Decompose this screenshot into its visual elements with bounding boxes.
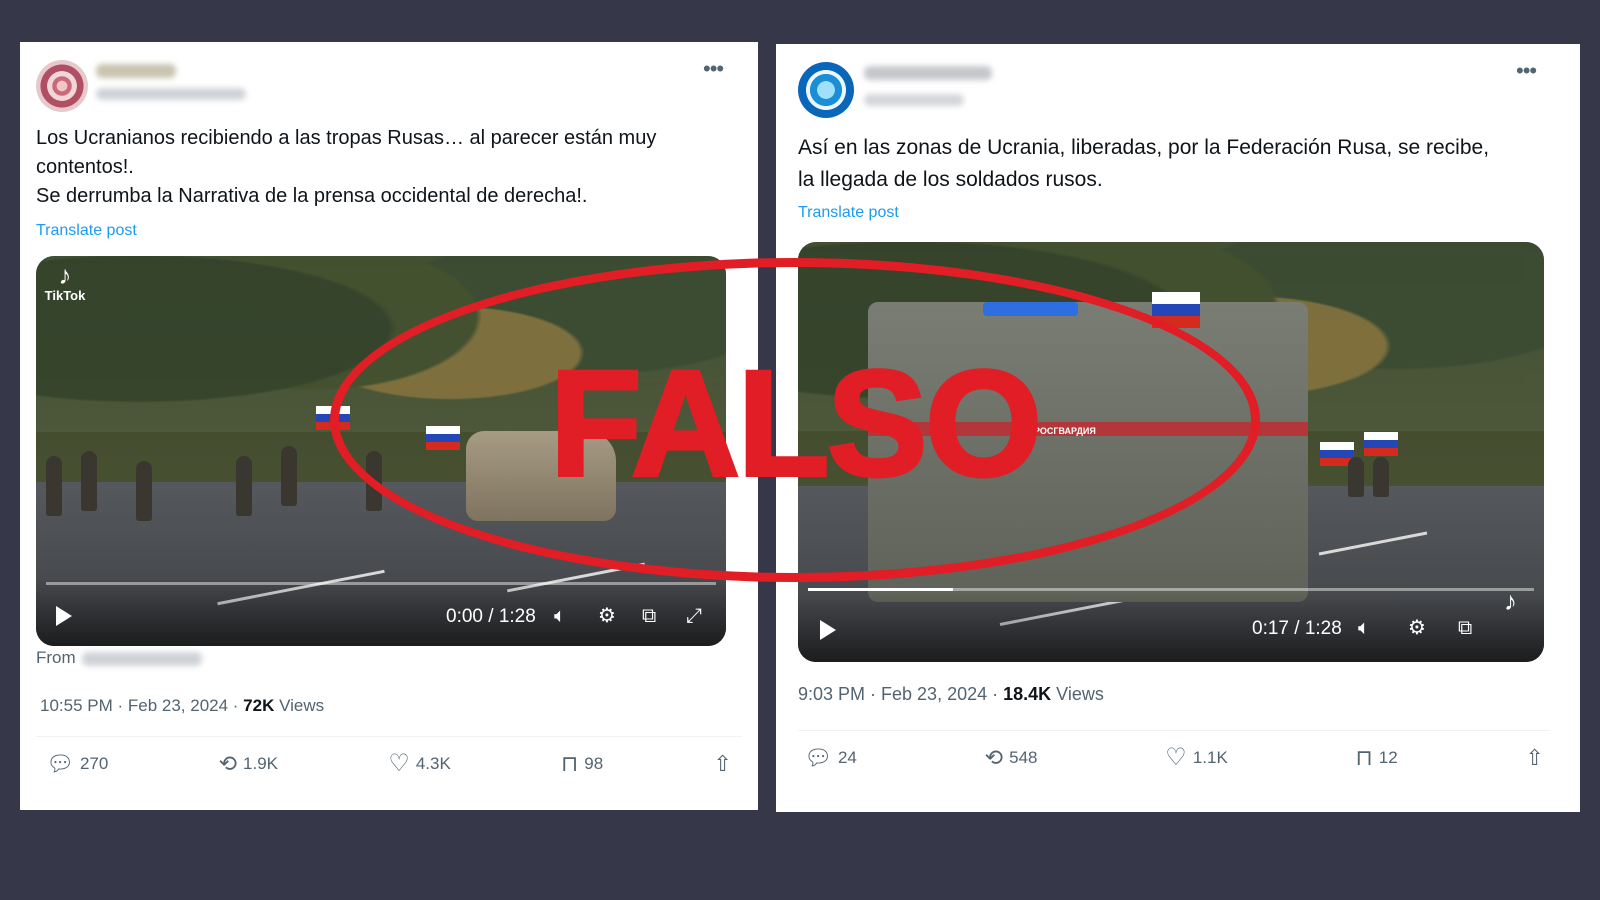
bookmark-icon: ⊓ xyxy=(1355,745,1373,770)
divider xyxy=(798,730,1550,731)
bookmark-count: 98 xyxy=(584,754,604,773)
from-label: From xyxy=(36,648,76,667)
views-label: Views xyxy=(1051,684,1104,704)
post-card-left: ••• Los Ucranianos recibiendo a las trop… xyxy=(20,42,758,810)
repost-button[interactable]: ⟲ 548 xyxy=(985,747,1038,769)
flag xyxy=(316,406,350,430)
progress-bar[interactable] xyxy=(46,582,716,585)
like-icon: ♡ xyxy=(388,750,410,777)
play-icon[interactable] xyxy=(820,620,836,640)
reply-icon: 💬︎ xyxy=(804,745,832,770)
repost-count: 548 xyxy=(1009,748,1038,767)
tiktok-label: TikTok xyxy=(44,288,86,303)
play-icon[interactable] xyxy=(56,606,72,626)
bookmark-button[interactable]: ⊓ 98 xyxy=(561,753,603,775)
post-text: Así en las zonas de Ucrania, liberadas, … xyxy=(798,132,1570,196)
share-icon: ⇧ xyxy=(1525,745,1544,770)
repost-icon: ⟲ xyxy=(218,751,238,776)
share-button[interactable]: ⇧ xyxy=(1526,747,1544,769)
pip-icon[interactable]: ⧉ xyxy=(1458,618,1472,638)
post-text-line: Los Ucranianos recibiendo a las tropas R… xyxy=(36,127,657,178)
post-text: Los Ucranianos recibiendo a las tropas R… xyxy=(36,124,736,211)
like-count: 4.3K xyxy=(415,754,451,773)
repost-icon: ⟲ xyxy=(984,745,1004,770)
action-bar: 💬︎ 24 ⟲ 548 ♡ 1.1K ⊓ 12 ⇧ xyxy=(804,746,1544,770)
post-text-line: Así en las zonas de Ucrania, liberadas, … xyxy=(798,136,1490,159)
translate-post-link[interactable]: Translate post xyxy=(798,204,899,222)
more-icon[interactable]: ••• xyxy=(703,58,724,80)
translate-post-link[interactable]: Translate post xyxy=(36,222,137,240)
share-icon: ⇧ xyxy=(713,751,732,776)
like-count: 1.1K xyxy=(1192,748,1228,767)
avatar[interactable] xyxy=(36,60,88,112)
views-count: 72K xyxy=(243,696,275,715)
progress-fill xyxy=(808,588,954,591)
repost-count: 1.9K xyxy=(243,754,279,773)
truck-label: РОСГВАРДИЯ xyxy=(1034,426,1096,436)
repost-button[interactable]: ⟲ 1.9K xyxy=(219,753,278,775)
flag xyxy=(1364,432,1398,456)
volume-icon[interactable]: 🔈︎ xyxy=(554,606,566,626)
armored-vehicle xyxy=(466,431,616,521)
bookmark-icon: ⊓ xyxy=(561,751,579,776)
volume-icon[interactable]: 🔈︎ xyxy=(1358,618,1370,638)
post-timestamp[interactable]: 10:55 PM · Feb 23, 2024 · xyxy=(40,696,243,715)
settings-icon[interactable]: ⚙ xyxy=(1408,618,1426,638)
tiktok-icon: ♪ xyxy=(1504,586,1517,616)
video-time: 0:00 / 1:28 xyxy=(446,606,536,627)
reply-count: 270 xyxy=(79,754,109,773)
like-icon: ♡ xyxy=(1165,744,1187,771)
post-timestamp[interactable]: 9:03 PM · Feb 23, 2024 · xyxy=(798,684,1003,704)
blurred-handle xyxy=(96,88,246,100)
action-bar: 💬︎ 270 ⟲ 1.9K ♡ 4.3K ⊓ 98 ⇧ xyxy=(46,752,732,776)
flag xyxy=(426,426,460,450)
video-controls: 0:00 / 1:28 🔈︎ ⚙ ⧉ ⤢ xyxy=(36,578,726,646)
views-label: Views xyxy=(274,696,325,715)
video-player[interactable]: ♪ TikTok 0:00 / 1:28 🔈︎ ⚙ ⧉ ⤢ xyxy=(36,256,726,646)
reply-icon: 💬︎ xyxy=(46,751,74,776)
like-button[interactable]: ♡ 1.1K xyxy=(1165,746,1228,770)
bookmark-count: 12 xyxy=(1378,748,1398,767)
blurred-display-name xyxy=(864,66,992,80)
post-meta: 9:03 PM · Feb 23, 2024 · 18.4K Views xyxy=(798,684,1104,705)
police-truck xyxy=(868,302,1308,602)
post-text-line: la llegada de los soldados rusos. xyxy=(798,168,1103,191)
bookmark-button[interactable]: ⊓ 12 xyxy=(1356,747,1398,769)
flag xyxy=(1152,292,1200,328)
tiktok-icon: ♪ xyxy=(58,260,72,290)
post-card-right: ••• Así en las zonas de Ucrania, liberad… xyxy=(776,44,1580,812)
post-text-line: Se derrumba la Narrativa de la prensa oc… xyxy=(36,185,588,207)
reply-count: 24 xyxy=(837,748,857,767)
like-button[interactable]: ♡ 4.3K xyxy=(388,752,451,776)
progress-bar[interactable] xyxy=(808,588,1534,591)
more-icon[interactable]: ••• xyxy=(1516,60,1537,82)
blurred-handle xyxy=(864,94,964,106)
tiktok-watermark: ♪ TikTok xyxy=(40,262,90,303)
settings-icon[interactable]: ⚙ xyxy=(598,606,616,626)
pip-icon[interactable]: ⧉ xyxy=(642,606,656,626)
video-controls: 0:17 / 1:28 🔈︎ ⚙ ⧉ ♪ xyxy=(798,588,1544,662)
emergency-lights xyxy=(983,302,1078,316)
post-meta: 10:55 PM · Feb 23, 2024 · 72K Views xyxy=(40,696,324,716)
video-player[interactable]: РОСГВАРДИЯ 0:17 / 1:28 🔈︎ ⚙ ⧉ ♪ xyxy=(798,242,1544,662)
divider xyxy=(36,736,742,737)
fullscreen-icon[interactable]: ⤢ xyxy=(686,606,702,626)
video-time: 0:17 / 1:28 xyxy=(1252,618,1342,639)
reply-button[interactable]: 💬︎ 24 xyxy=(804,747,857,769)
views-count: 18.4K xyxy=(1003,684,1052,704)
avatar[interactable] xyxy=(798,62,854,118)
share-button[interactable]: ⇧ xyxy=(714,753,732,775)
blurred-source xyxy=(82,652,202,666)
blurred-display-name xyxy=(96,64,176,78)
reply-button[interactable]: 💬︎ 270 xyxy=(46,753,108,775)
